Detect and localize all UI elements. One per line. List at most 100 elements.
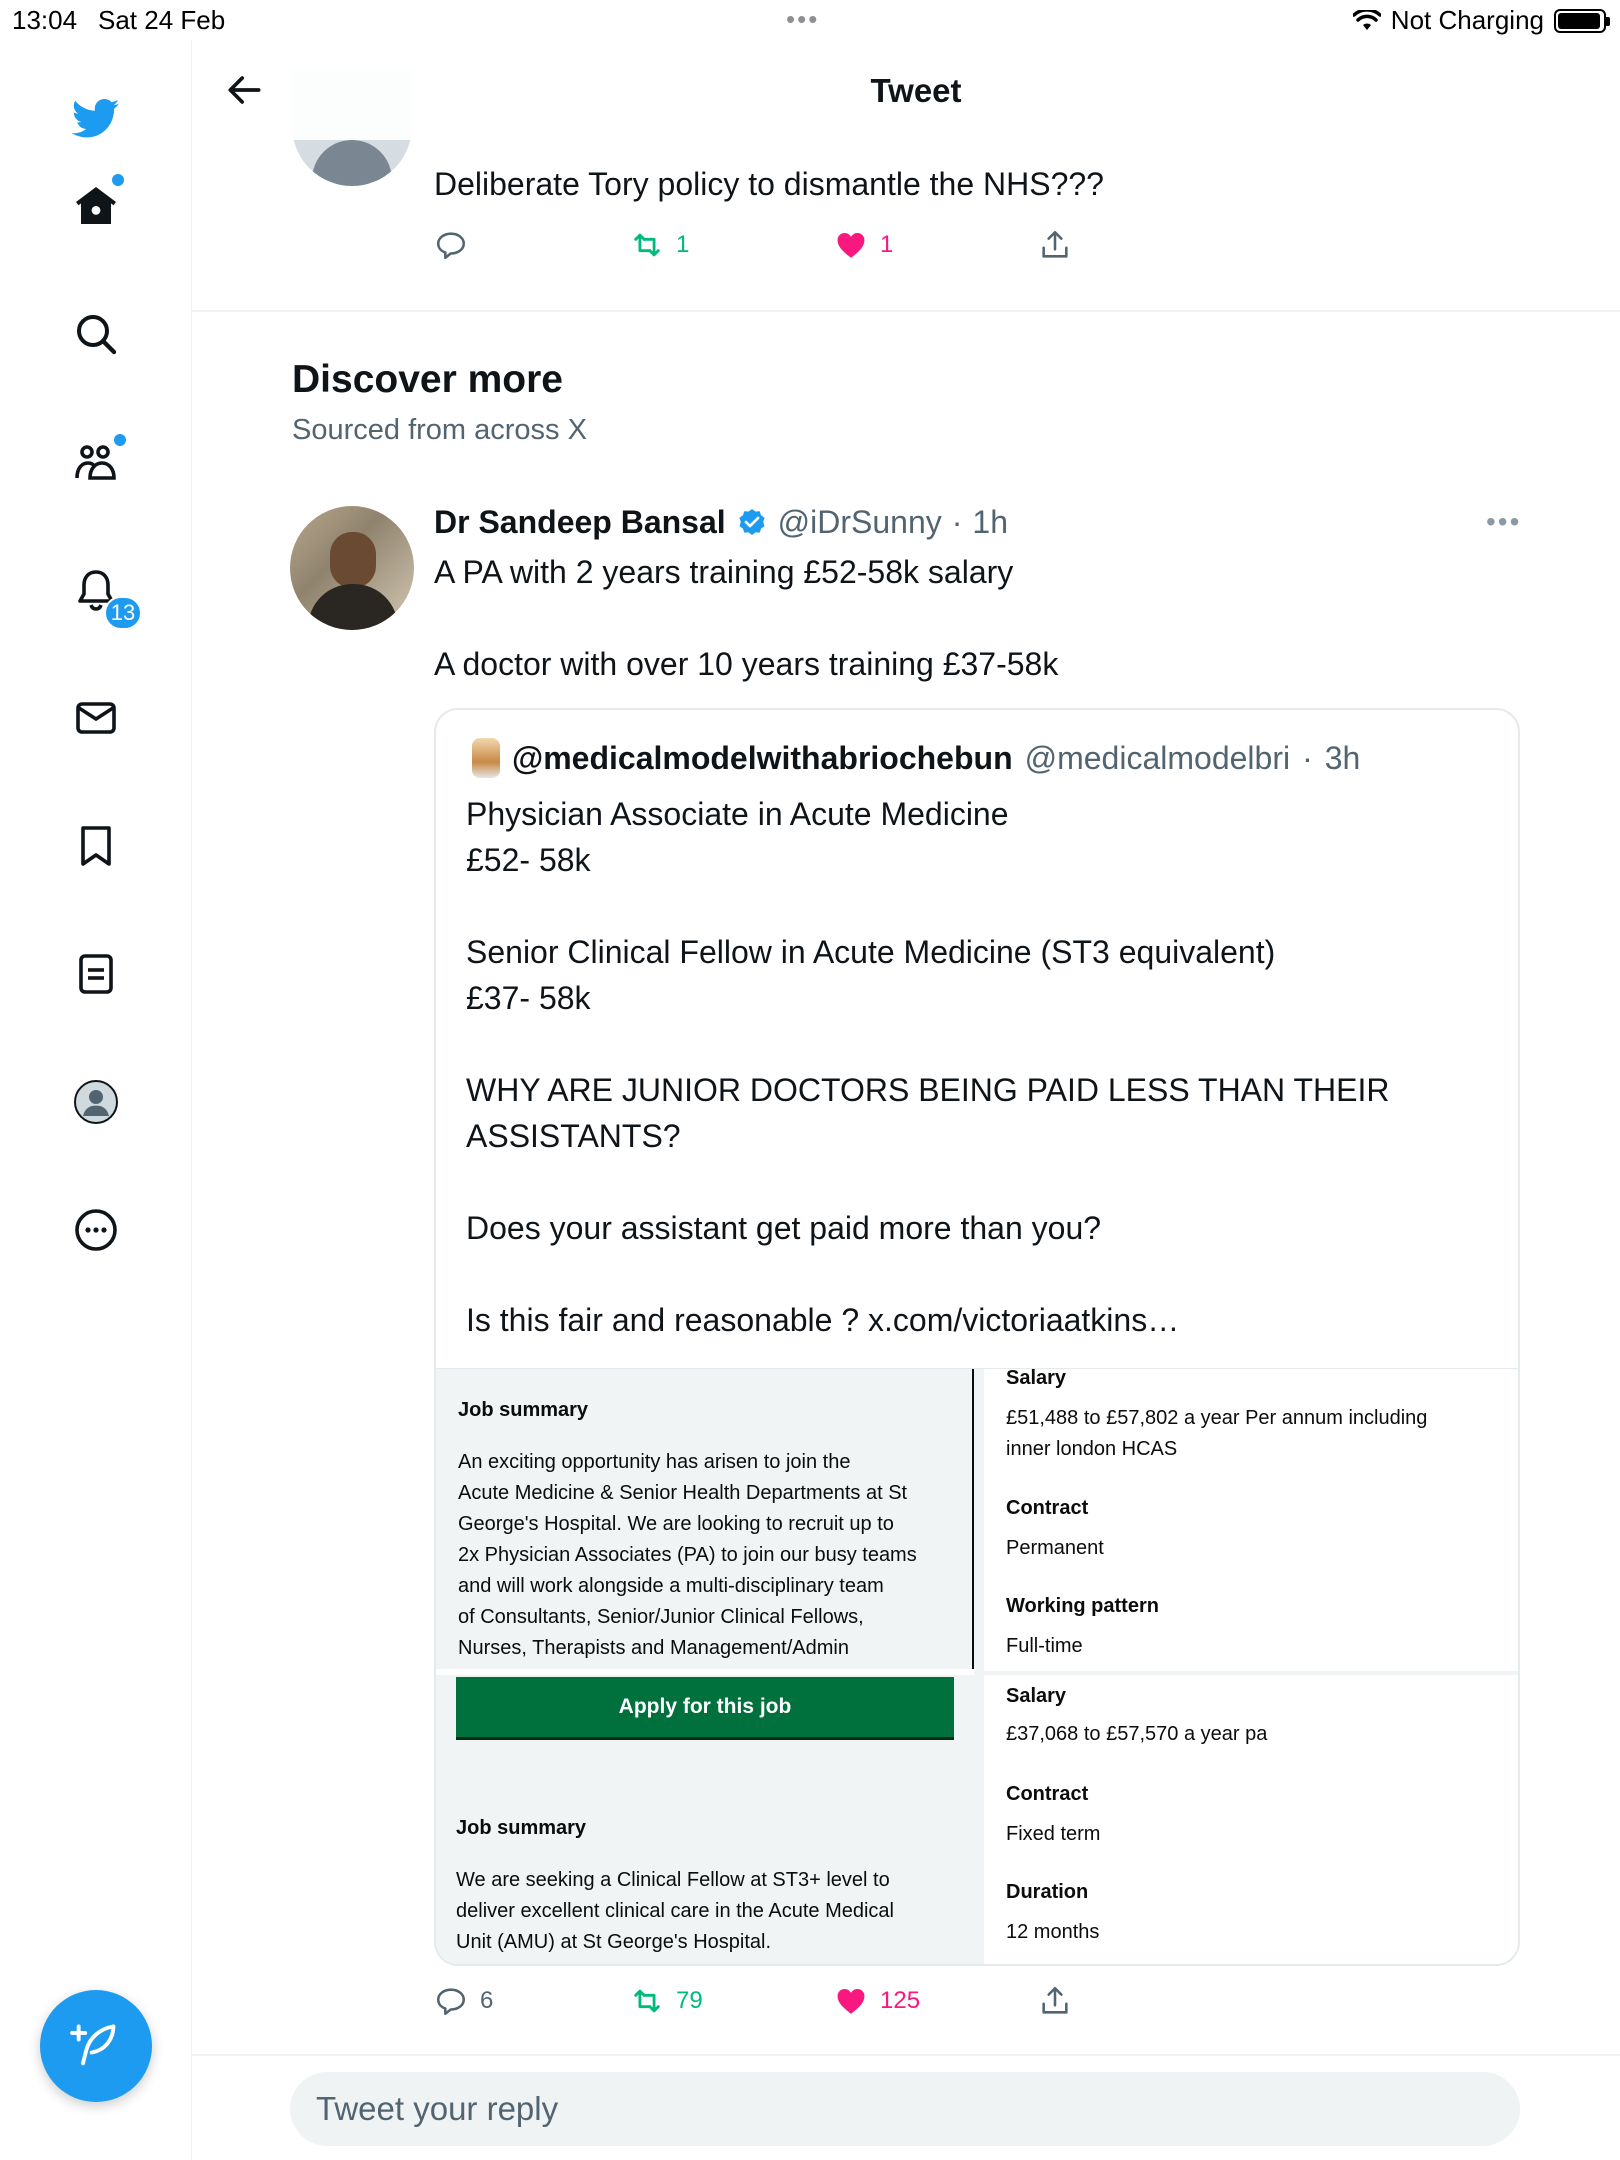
sidebar-item-lists[interactable] xyxy=(66,944,126,1004)
quote-text-line: Senior Clinical Fellow in Acute Medicine… xyxy=(466,934,1276,970)
author-handle[interactable]: @iDrSunny xyxy=(778,504,942,541)
job-summary-line: and will work alongside a multi-discipli… xyxy=(458,1575,884,1597)
sidebar-item-home[interactable] xyxy=(66,174,126,236)
quote-header: @medicalmodelwithabriochebun @medicalmod… xyxy=(472,738,1360,778)
retweet-button[interactable]: 79 xyxy=(630,1984,703,2018)
sidebar-item-communities[interactable] xyxy=(66,432,126,492)
quote-tweet-card[interactable]: @medicalmodelwithabriochebun @medicalmod… xyxy=(434,708,1520,1966)
page-title: Tweet xyxy=(870,72,962,109)
section-title: Discover more xyxy=(292,358,563,401)
section-subtitle: Sourced from across X xyxy=(292,414,587,446)
apply-for-job-button: Apply for this job xyxy=(456,1677,954,1737)
divider xyxy=(192,2054,1620,2056)
sidebar-item-search[interactable] xyxy=(66,304,126,364)
retweet-count: 1 xyxy=(676,231,690,258)
quote-text-line: £37- 58k xyxy=(466,980,591,1016)
tweet-header: Dr Sandeep Bansal @iDrSunny · 1h xyxy=(434,504,1008,541)
salary-label: Salary xyxy=(1006,1685,1067,1707)
compose-icon xyxy=(70,2024,116,2066)
retweet-button[interactable]: 1 xyxy=(630,228,689,262)
multitasking-dots-icon[interactable]: ••• xyxy=(786,4,819,35)
retweet-icon xyxy=(634,233,660,257)
previous-tweet-text: Deliberate Tory policy to dismantle the … xyxy=(434,166,1104,202)
lists-icon xyxy=(79,954,113,994)
sidebar-item-messages[interactable] xyxy=(66,688,126,748)
salary-value: inner london HCAS xyxy=(1006,1438,1178,1460)
heart-filled-icon xyxy=(837,232,865,258)
mail-icon xyxy=(76,702,116,734)
tweet-actions: 6 79 125 xyxy=(434,1984,1134,2028)
status-time: 13:04 xyxy=(12,5,78,35)
verified-badge-icon xyxy=(739,508,765,535)
working-pattern-label: Working pattern xyxy=(1006,1595,1159,1617)
job-summary-line: Unit (AMU) at St George's Hospital. xyxy=(456,1931,772,1953)
job-summary-line: George's Hospital. We are looking to rec… xyxy=(458,1513,894,1535)
reply-input[interactable] xyxy=(316,2086,1496,2132)
retweet-icon xyxy=(634,1989,660,2013)
quote-text-line[interactable]: Is this fair and reasonable ? x.com/vict… xyxy=(466,1302,1179,1339)
like-button[interactable]: 1 xyxy=(834,228,893,262)
pa-summary-panel: Job summary An exciting opportunity has … xyxy=(436,1369,974,1669)
reply-count: 6 xyxy=(480,1987,494,2014)
job-summary-line: Acute Medicine & Senior Health Departmen… xyxy=(458,1482,908,1504)
retweet-count: 79 xyxy=(676,1987,703,2014)
more-options-icon[interactable]: ••• xyxy=(1486,506,1521,538)
home-icon xyxy=(76,187,116,224)
reply-button[interactable] xyxy=(434,228,468,262)
communities-unread-dot xyxy=(114,434,126,446)
like-count: 125 xyxy=(880,1987,921,2014)
job-summary-line: 2x Physician Associates (PA) to join our… xyxy=(458,1544,917,1566)
quote-text-line: ASSISTANTS? xyxy=(466,1118,681,1154)
job-summary-line: Nurses, Therapists and Management/Admin xyxy=(458,1637,849,1659)
author-name[interactable]: Dr Sandeep Bansal xyxy=(434,504,726,541)
tweet-time[interactable]: 1h xyxy=(972,504,1008,541)
working-pattern-value: Full-time xyxy=(1006,1635,1083,1657)
job-summary-line: An exciting opportunity has arisen to jo… xyxy=(458,1451,851,1473)
reply-box xyxy=(290,2072,1520,2146)
sidebar-item-profile[interactable] xyxy=(66,1072,126,1132)
sidebar-item-bookmarks[interactable] xyxy=(66,816,126,876)
author-avatar[interactable] xyxy=(290,506,414,630)
communities-icon xyxy=(75,445,116,480)
status-bar: 13:04 Sat 24 Feb ••• Not Charging xyxy=(0,0,1620,40)
tweet-text-line: A PA with 2 years training £52-58k salar… xyxy=(434,554,1014,590)
job-advert-image[interactable]: Job summary An exciting opportunity has … xyxy=(436,1367,1518,1964)
compose-tweet-button[interactable] xyxy=(40,1990,152,2102)
image-gap xyxy=(974,1369,984,1964)
share-button[interactable] xyxy=(1038,1984,1072,2018)
quote-text-line: WHY ARE JUNIOR DOCTORS BEING PAID LESS T… xyxy=(466,1072,1390,1108)
quote-text-line: Does your assistant get paid more than y… xyxy=(466,1210,1102,1246)
job-summary-line: We are seeking a Clinical Fellow at ST3+… xyxy=(456,1869,890,1891)
charging-status: Not Charging xyxy=(1390,5,1544,35)
home-unread-dot xyxy=(112,174,124,186)
quote-author-handle: @medicalmodelbri xyxy=(1024,739,1291,776)
reply-icon xyxy=(436,232,466,260)
battery-icon xyxy=(1554,8,1610,33)
like-button[interactable]: 125 xyxy=(834,1984,920,2018)
twitter-logo-icon[interactable] xyxy=(66,88,126,148)
salary-value: £51,488 to £57,802 a year Per annum incl… xyxy=(1006,1407,1428,1429)
sidebar: 13 xyxy=(0,40,192,2160)
heart-filled-icon xyxy=(837,1988,865,2014)
job-summary-label: Job summary xyxy=(456,1817,587,1839)
like-count: 1 xyxy=(880,231,894,258)
fellow-details-panel: Salary £37,068 to £57,570 a year pa Cont… xyxy=(984,1675,1518,1964)
bookmark-icon xyxy=(81,826,111,866)
contract-label: Contract xyxy=(1006,1783,1089,1805)
job-summary-line: of Consultants, Senior/Junior Clinical F… xyxy=(458,1606,864,1628)
status-right: Not Charging xyxy=(1352,5,1610,36)
salary-value: £37,068 to £57,570 a year pa xyxy=(1006,1723,1268,1745)
share-button[interactable] xyxy=(1038,228,1072,262)
battery-level xyxy=(1558,12,1600,29)
previous-tweet-actions: 1 1 xyxy=(434,228,1094,272)
salary-label: Salary xyxy=(1006,1367,1067,1389)
profile-icon xyxy=(74,1080,118,1124)
sidebar-item-more[interactable] xyxy=(66,1200,126,1260)
tweet-text-line: A doctor with over 10 years training £37… xyxy=(434,646,1059,682)
divider xyxy=(192,310,1620,312)
reply-button[interactable]: 6 xyxy=(434,1984,493,2018)
status-date: Sat 24 Feb xyxy=(98,5,226,35)
quote-author-avatar xyxy=(472,738,500,778)
more-circle-icon xyxy=(75,1209,117,1251)
pa-details-panel: Salary £51,488 to £57,802 a year Per ann… xyxy=(984,1367,1518,1671)
